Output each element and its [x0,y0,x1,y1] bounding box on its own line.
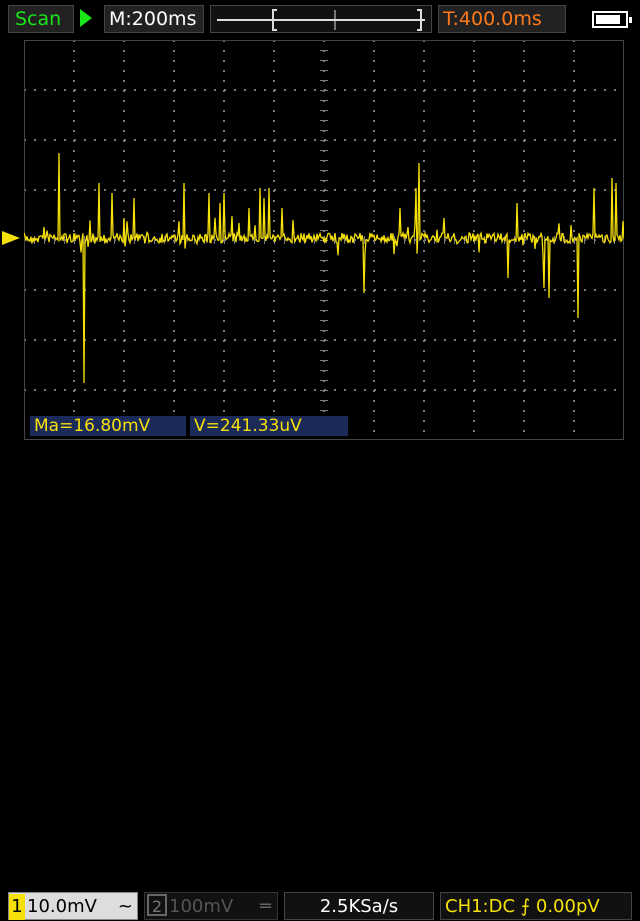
trigger-settings[interactable]: CH1:DC ⨍ 0.00pV [440,892,632,920]
ac-coupling-icon: ~ [117,896,133,917]
measurement-v: V=241.33uV [190,416,348,436]
ch1-scale-button[interactable]: 1 10.0mV ~ [8,892,138,920]
dc-coupling-icon: ═ [260,896,271,917]
timebase-readout[interactable]: M:200ms [104,5,204,33]
ch1-number-badge: 1 [9,894,25,920]
ch2-number-badge: 2 [147,894,167,916]
ch2-scale-button[interactable]: 2 100mV ═ [144,892,278,920]
ch2-scale-label: 100mV [169,896,234,917]
ch1-scale-label: 10.0mV [27,896,97,917]
sample-rate-readout[interactable]: 2.5KSa/s [284,892,434,920]
bottom-bar: 1 10.0mV ~ 2 100mV ═ 2.5KSa/s CH1:DC ⨍ 0.0… [0,444,640,920]
battery-icon [592,11,632,28]
status-bar: Scan M:200ms T:400.0ms [0,0,640,38]
measurement-ma: Ma=16.80mV [30,416,186,436]
memory-position-bar[interactable] [210,5,432,33]
memory-window-indicator [217,9,425,31]
ch1-ground-marker-icon[interactable] [2,231,20,245]
acquisition-mode[interactable]: Scan [8,5,74,33]
waveform-display[interactable] [24,40,624,440]
trigger-time-readout[interactable]: T:400.0ms [438,5,566,33]
play-icon[interactable] [80,9,92,27]
